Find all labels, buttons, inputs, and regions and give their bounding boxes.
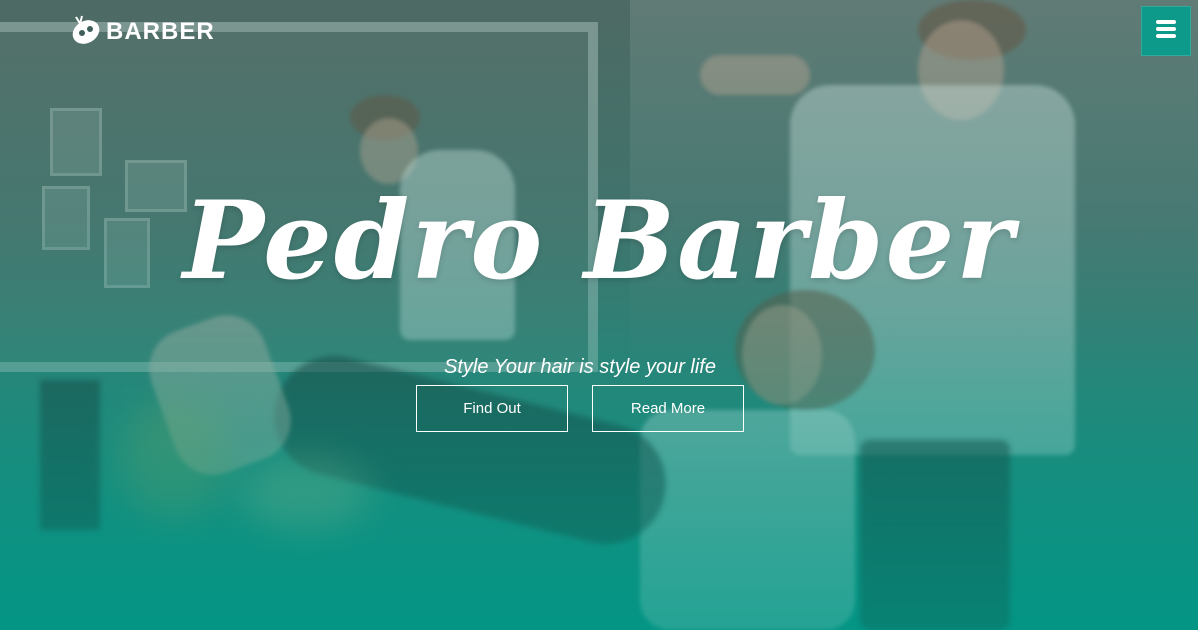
hero-title: Pedro Barber — [182, 178, 1016, 304]
brand-logo[interactable]: BARBER — [68, 14, 215, 50]
find-out-button[interactable]: Find Out — [416, 385, 568, 432]
hamburger-menu-icon — [1155, 19, 1177, 43]
brand-name: BARBER — [106, 18, 215, 45]
hero-section — [0, 0, 1198, 630]
read-more-button[interactable]: Read More — [592, 385, 744, 432]
hero-subtitle: Style Your hair is style your life — [444, 356, 716, 378]
hero-buttons: Find Out Read More — [416, 385, 744, 432]
barber-logo-icon — [68, 13, 102, 51]
menu-button[interactable] — [1141, 6, 1191, 56]
hero-overlay — [0, 0, 1198, 630]
